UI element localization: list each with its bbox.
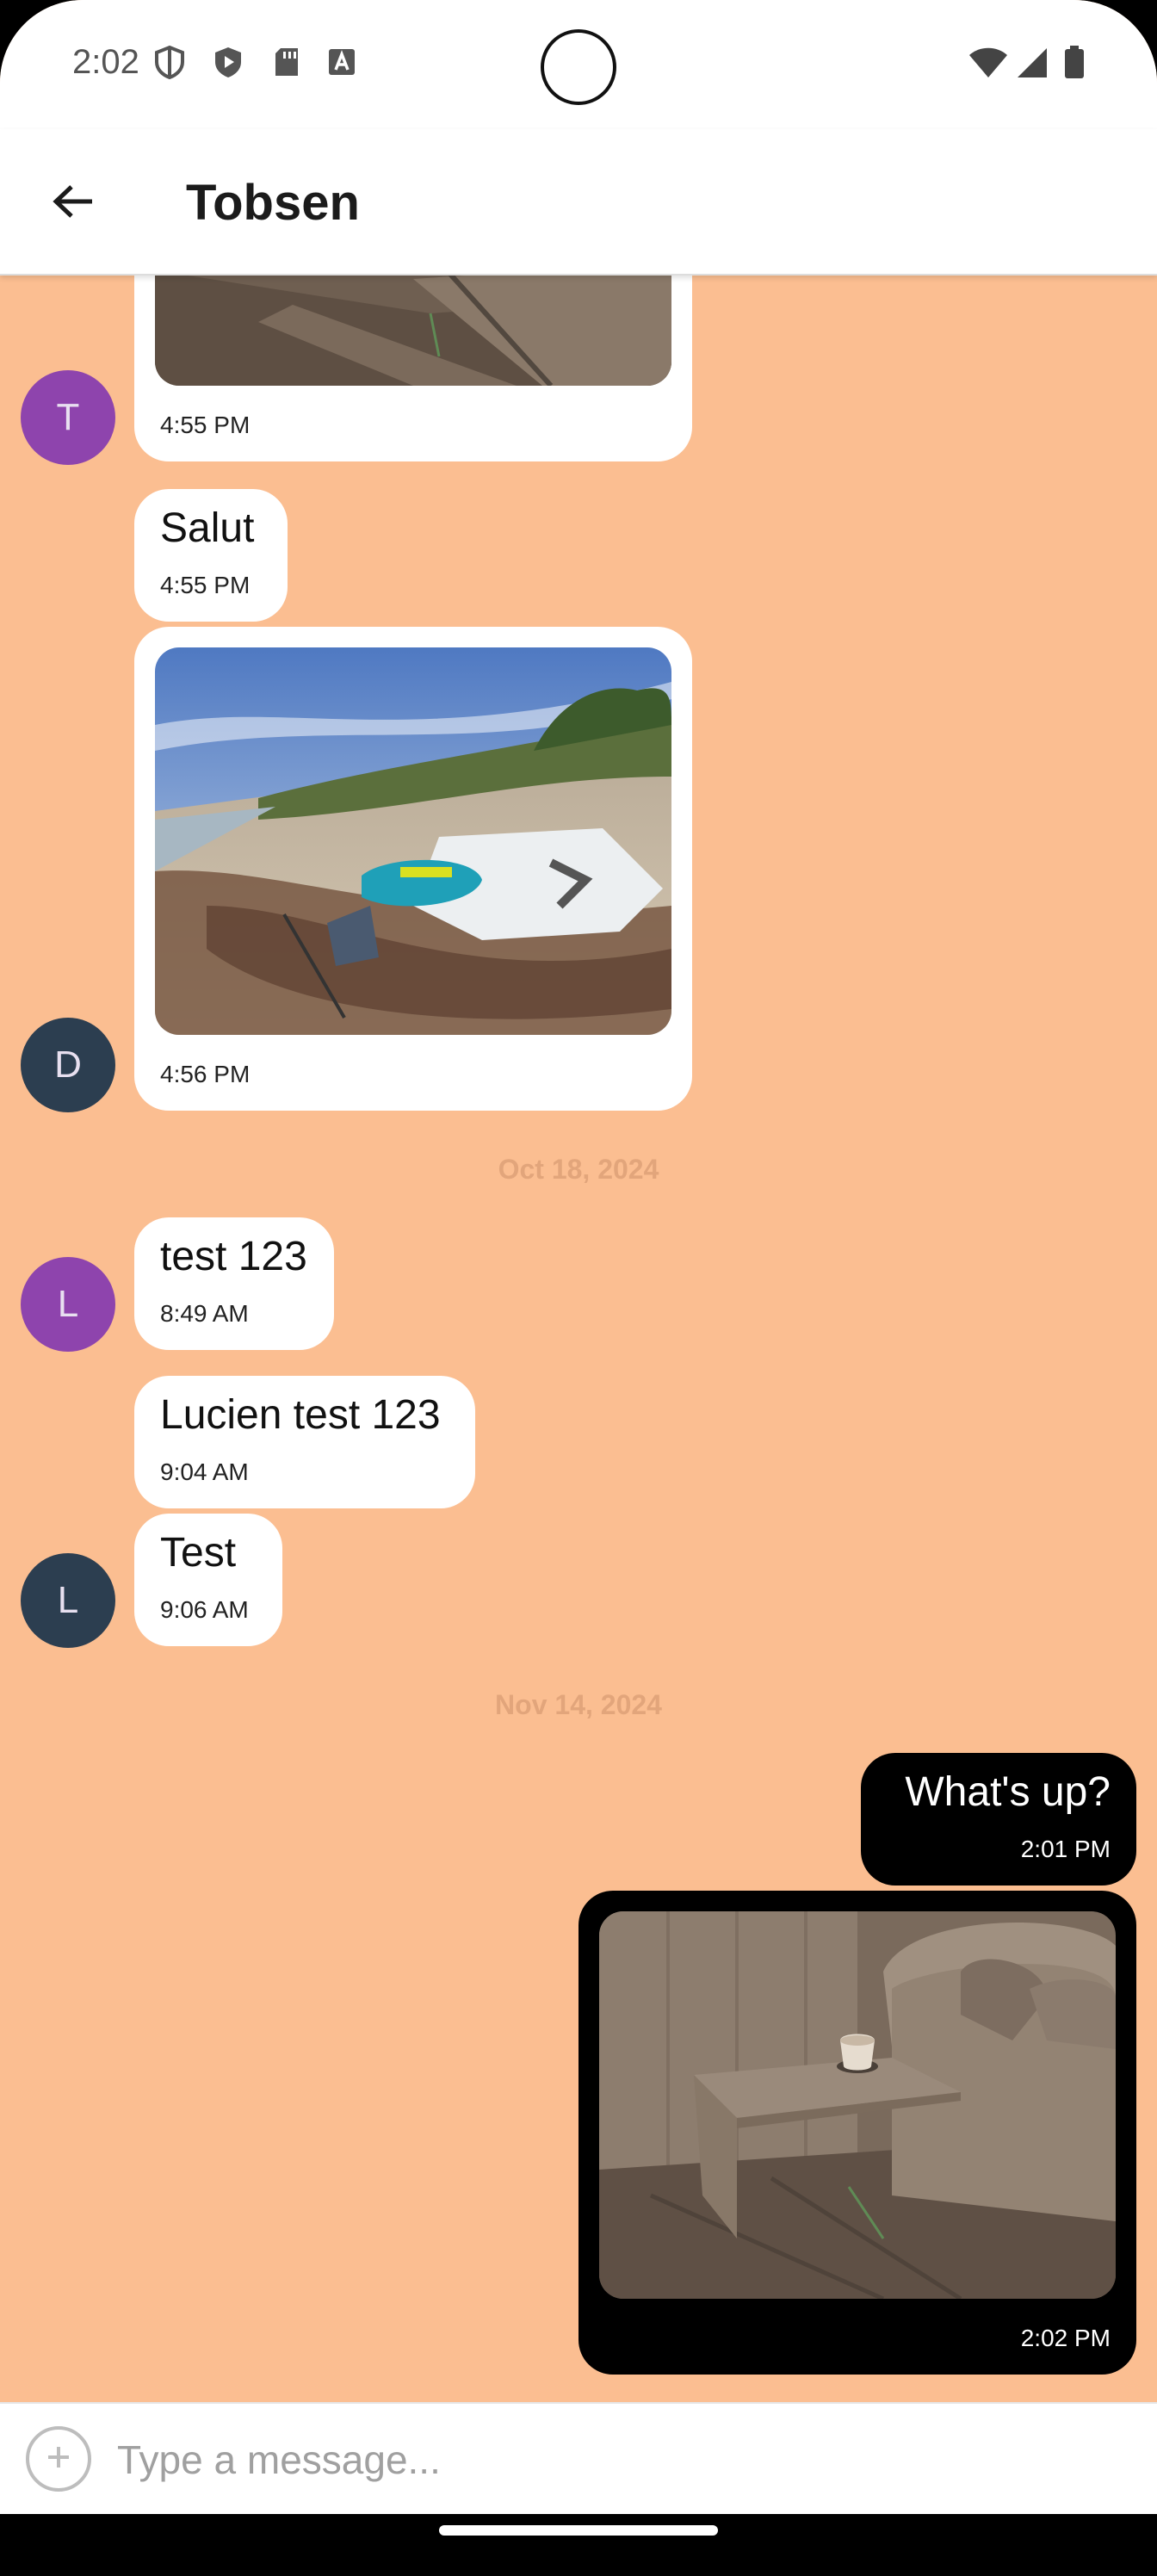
sd-card-icon [270, 45, 303, 79]
shield-play-icon [212, 45, 244, 79]
image-message-bubble[interactable]: 4:55 PM [134, 276, 692, 461]
chat-screen: 2:02 Tobsen T 4:55 PM Salut 4:55 PM 4:56… [0, 0, 1157, 2576]
own-text-message-bubble[interactable]: What's up? 2:01 PM [861, 1753, 1136, 1886]
message-list[interactable]: T 4:55 PM Salut 4:55 PM 4:56 PM D Oct 18… [0, 276, 1157, 2402]
keyboard-a-icon [325, 45, 358, 79]
text-message-bubble[interactable]: Test 9:06 AM [134, 1514, 282, 1646]
add-attachment-button[interactable] [26, 2426, 91, 2492]
shield-outline-icon [153, 45, 186, 80]
message-photo[interactable] [155, 276, 671, 386]
date-separator: Nov 14, 2024 [495, 1689, 662, 1720]
battery-icon [1062, 45, 1086, 79]
message-time: 9:06 AM [160, 1596, 249, 1623]
avatar-initial: T [56, 396, 80, 438]
avatar-initial: L [57, 1283, 79, 1325]
message-time: 9:04 AM [160, 1458, 249, 1485]
date-separator: Oct 18, 2024 [498, 1154, 659, 1185]
message-text: Lucien test 123 [160, 1392, 441, 1438]
status-time: 2:02 [72, 43, 139, 81]
message-photo[interactable] [599, 1911, 1116, 2299]
message-time: 4:55 PM [160, 572, 251, 598]
plus-circle-icon [43, 2442, 74, 2477]
message-text: Salut [160, 505, 255, 551]
message-time: 4:56 PM [160, 1061, 251, 1087]
message-time: 2:01 PM [1020, 1836, 1111, 1862]
text-message-bubble[interactable]: test 123 8:49 AM [134, 1217, 334, 1350]
message-photo[interactable] [155, 647, 671, 1035]
status-bar: 2:02 [0, 0, 1157, 129]
signal-icon [1014, 45, 1049, 79]
back-button[interactable] [34, 169, 112, 238]
message-time: 2:02 PM [1020, 2325, 1111, 2351]
message-text: test 123 [160, 1234, 307, 1279]
home-indicator[interactable] [439, 2525, 718, 2536]
text-message-bubble[interactable]: Salut 4:55 PM [134, 489, 288, 622]
message-input[interactable] [117, 2421, 1133, 2499]
image-message-bubble[interactable]: 4:56 PM [134, 627, 692, 1111]
system-nav-bar [0, 2514, 1157, 2576]
avatar[interactable]: D [21, 1018, 115, 1112]
message-time: 8:49 AM [160, 1300, 249, 1327]
text-message-bubble[interactable]: Lucien test 123 9:04 AM [134, 1376, 475, 1508]
own-image-message-bubble[interactable]: 2:02 PM [578, 1891, 1136, 2375]
avatar-initial: L [57, 1579, 79, 1621]
camera-cutout [541, 29, 616, 105]
message-text: Test [160, 1530, 237, 1576]
avatar[interactable]: L [21, 1553, 115, 1648]
message-time: 4:55 PM [160, 412, 251, 438]
message-composer [0, 2402, 1157, 2514]
chat-title: Tobsen [186, 175, 360, 231]
message-text: What's up? [905, 1769, 1111, 1815]
avatar[interactable]: L [21, 1257, 115, 1352]
wifi-icon [968, 45, 1009, 79]
app-bar: Tobsen [0, 129, 1157, 276]
arrow-left-icon [51, 183, 96, 225]
avatar-initial: D [54, 1043, 82, 1086]
avatar[interactable]: T [21, 370, 115, 465]
